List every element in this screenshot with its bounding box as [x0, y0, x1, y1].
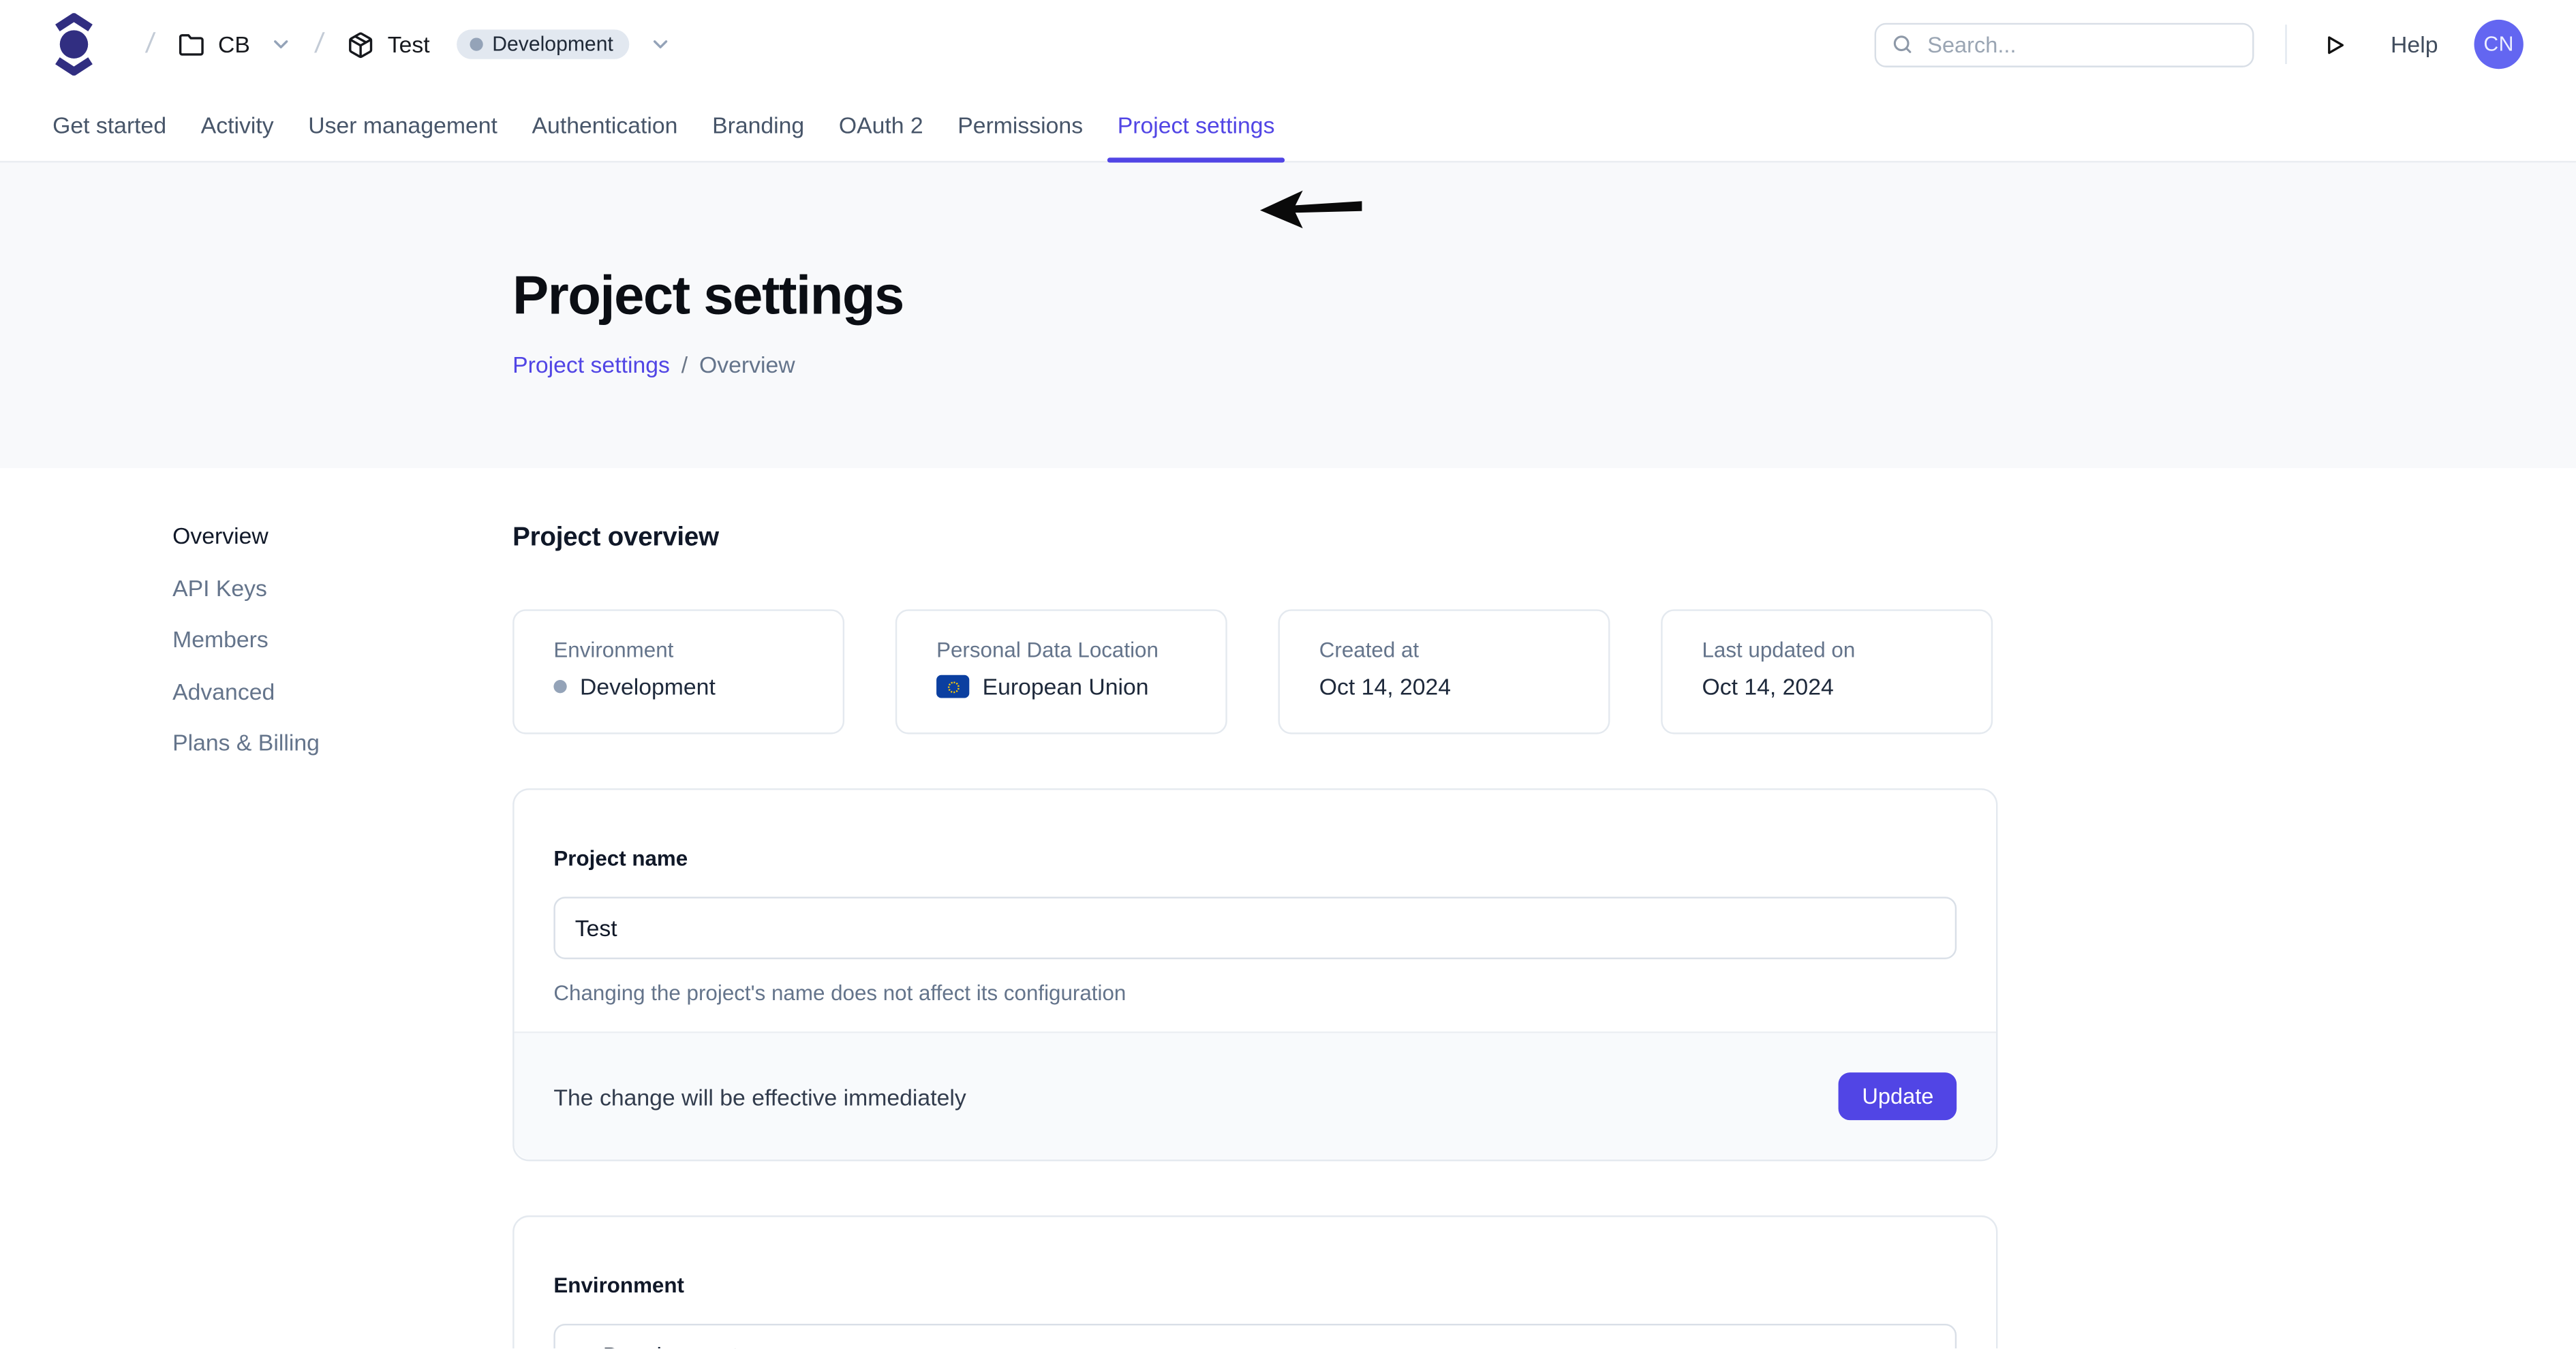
org-switcher[interactable]: CB	[177, 31, 293, 59]
chevron-down-icon	[649, 33, 673, 56]
project-name-panel-footer: The change will be effective immediately…	[515, 1032, 1996, 1160]
search-box[interactable]	[1875, 22, 2254, 67]
run-icon[interactable]	[2317, 27, 2353, 63]
breadcrumb: Project settings / Overview	[512, 352, 2576, 378]
eu-flag-icon	[936, 675, 969, 698]
sidebar-item-overview[interactable]: Overview	[172, 524, 411, 547]
top-header: / CB / Test Development	[0, 0, 2576, 163]
tab-oauth2[interactable]: OAuth 2	[829, 89, 933, 161]
project-name-panel: Project name Changing the project's name…	[512, 788, 1997, 1161]
tab-activity[interactable]: Activity	[191, 89, 283, 161]
settings-sidebar: Overview API Keys Members Advanced Plans…	[172, 524, 411, 1348]
info-card-label: Environment	[553, 637, 803, 662]
info-card-created-at: Created at Oct 14, 2024	[1278, 609, 1610, 734]
footer-note: The change will be effective immediately	[553, 1083, 966, 1110]
tab-branding[interactable]: Branding	[703, 89, 814, 161]
info-cards-row: Environment Development Personal Data Lo…	[512, 609, 1997, 734]
info-card-data-location: Personal Data Location European Union	[895, 609, 1227, 734]
breadcrumb-separator: /	[313, 28, 326, 61]
info-card-value: European Union	[983, 673, 1149, 700]
status-dot-icon	[553, 680, 566, 693]
org-name: CB	[218, 31, 250, 58]
project-switcher[interactable]: Test Development	[346, 29, 672, 59]
page-hero: Project settings Project settings / Over…	[0, 163, 2576, 468]
environment-badge-label: Development	[492, 33, 613, 56]
project-name-helper-text: Changing the project's name does not aff…	[553, 980, 1957, 1005]
chevron-down-icon	[1909, 1343, 1933, 1348]
breadcrumb-link-project-settings[interactable]: Project settings	[512, 352, 670, 378]
update-button[interactable]: Update	[1839, 1072, 1957, 1120]
primary-tabs: Get started Activity User management Aut…	[0, 89, 2576, 161]
info-card-environment: Environment Development	[512, 609, 844, 734]
tab-authentication[interactable]: Authentication	[522, 89, 688, 161]
header-actions: Help CN	[1875, 20, 2524, 69]
chevron-down-icon	[270, 33, 293, 56]
project-name-input[interactable]	[553, 897, 1957, 959]
folder-icon	[177, 31, 205, 59]
status-dot-icon	[470, 37, 482, 50]
info-card-label: Created at	[1319, 637, 1569, 662]
project-name: Test	[388, 31, 430, 58]
info-card-value: Oct 14, 2024	[1702, 673, 1833, 700]
breadcrumb-separator: /	[681, 352, 688, 378]
sidebar-item-members[interactable]: Members	[172, 627, 411, 651]
sidebar-item-advanced[interactable]: Advanced	[172, 679, 411, 702]
info-card-value: Development	[580, 673, 716, 700]
project-name-label: Project name	[553, 846, 1957, 871]
help-link[interactable]: Help	[2391, 31, 2438, 58]
sidebar-item-api-keys[interactable]: API Keys	[172, 576, 411, 599]
info-card-label: Last updated on	[1702, 637, 1951, 662]
page-title: Project settings	[512, 264, 2576, 327]
search-input[interactable]	[1927, 32, 2238, 57]
header-bar: / CB / Test Development	[0, 0, 2576, 89]
section-title: Project overview	[512, 524, 1997, 553]
app-window: / CB / Test Development	[0, 0, 2576, 1348]
user-avatar[interactable]: CN	[2474, 20, 2524, 69]
info-card-value: Oct 14, 2024	[1319, 673, 1451, 700]
tab-permissions[interactable]: Permissions	[948, 89, 1093, 161]
environment-label: Environment	[553, 1273, 1957, 1297]
search-icon	[1891, 33, 1914, 56]
content-area: Overview API Keys Members Advanced Plans…	[0, 468, 2576, 1348]
tab-user-management[interactable]: User management	[298, 89, 508, 161]
info-card-label: Personal Data Location	[936, 637, 1186, 662]
tab-project-settings[interactable]: Project settings	[1107, 89, 1285, 161]
info-card-last-updated: Last updated on Oct 14, 2024	[1661, 609, 1993, 734]
breadcrumb-separator: /	[144, 28, 156, 61]
header-divider	[2286, 25, 2287, 64]
environment-select-value: Development	[603, 1342, 739, 1349]
app-logo-icon[interactable]	[52, 13, 95, 76]
environment-select[interactable]: Development	[553, 1324, 1957, 1348]
settings-main: Project overview Environment Development…	[512, 524, 1997, 1348]
breadcrumb-current: Overview	[699, 352, 795, 378]
package-icon	[346, 31, 374, 59]
environment-badge: Development	[456, 29, 630, 59]
environment-panel: Environment Development	[512, 1215, 1997, 1348]
tab-get-started[interactable]: Get started	[43, 89, 177, 161]
sidebar-item-plans-billing[interactable]: Plans & Billing	[172, 731, 411, 754]
